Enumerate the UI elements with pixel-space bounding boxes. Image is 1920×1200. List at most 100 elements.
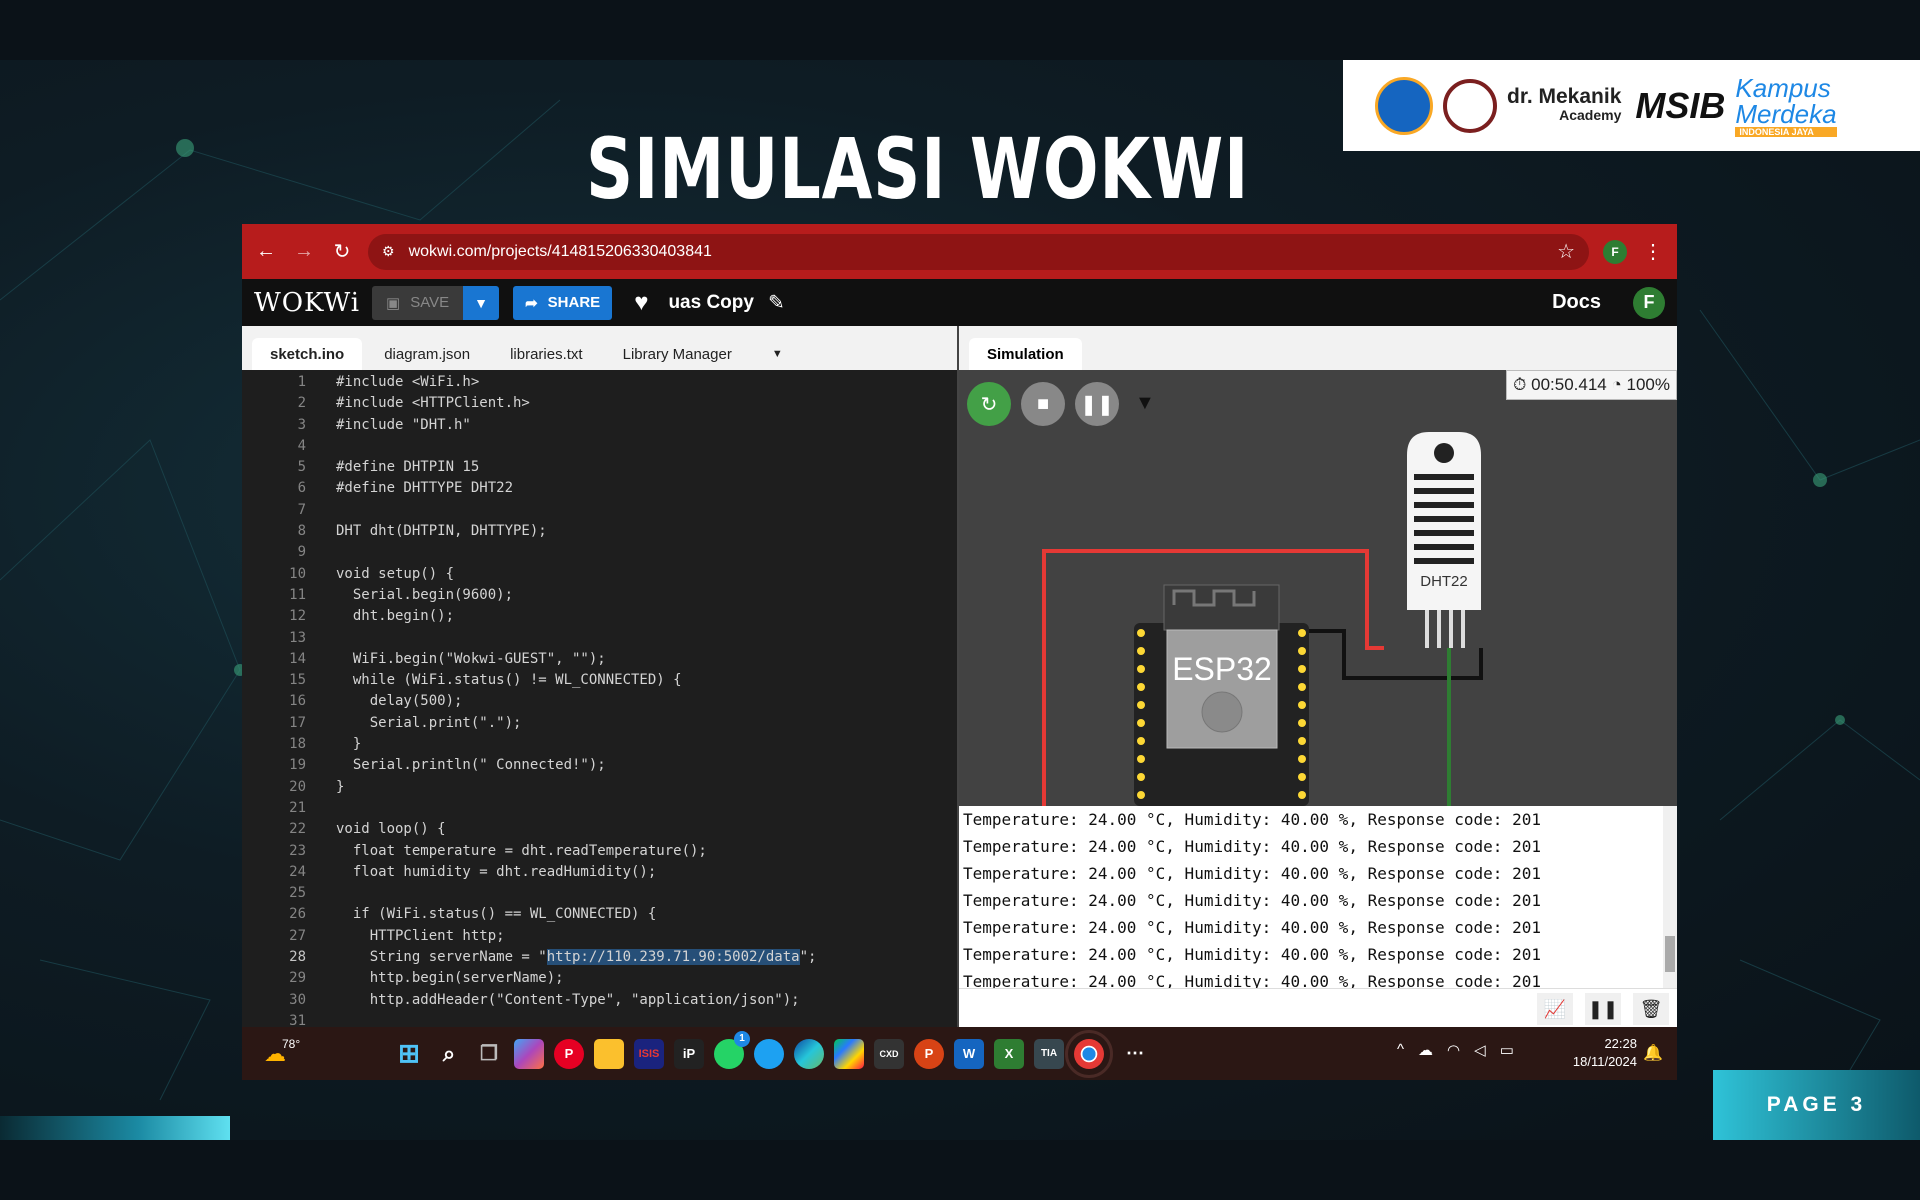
excel-icon[interactable]: X	[994, 1038, 1024, 1069]
wokwi-toolbar: WOKWi ▣ SAVE ▼ ➦ SHARE ♥ uas Copy ✎ Docs…	[242, 279, 1677, 326]
code-line[interactable]: 23 float temperature = dht.readTemperatu…	[242, 841, 957, 862]
line-number: 4	[297, 437, 306, 454]
weather-widget[interactable]: ☁ 78°	[264, 1037, 304, 1067]
share-arrow-icon: ➦	[525, 294, 538, 312]
wokwi-logo[interactable]: WOKWi	[254, 288, 359, 318]
code-line[interactable]: 5 #define DHTPIN 15	[242, 457, 957, 478]
address-bar[interactable]: ⚙ wokwi.com/projects/414815206330403841 …	[368, 233, 1589, 270]
windows-start-icon[interactable]: ⊞	[394, 1038, 424, 1069]
tab-diagram-json[interactable]: diagram.json	[366, 338, 488, 370]
profile-avatar[interactable]: F	[1603, 239, 1627, 264]
edit-pencil-icon[interactable]: ✎	[768, 290, 785, 315]
code-area[interactable]: 1 #include <WiFi.h> 2 #include <HTTPClient.…	[242, 370, 957, 1027]
project-name[interactable]: uas Copy	[668, 292, 754, 314]
whatsapp-badge: 1	[734, 1030, 750, 1047]
serial-scrollbar[interactable]	[1663, 806, 1677, 988]
code-line[interactable]: 20}	[242, 777, 957, 798]
tab-libraries-txt[interactable]: libraries.txt	[492, 338, 601, 370]
save-dropdown-button[interactable]: ▼	[463, 285, 500, 320]
line-number: 26	[289, 906, 306, 923]
next-slide-arrow[interactable]: ⟶	[0, 1116, 230, 1140]
dht22-sensor[interactable]: DHT22	[1407, 432, 1481, 648]
code-line[interactable]: 9	[242, 542, 957, 563]
edge-icon[interactable]	[794, 1038, 824, 1069]
bookmark-star-icon[interactable]: ☆	[1557, 239, 1575, 264]
file-explorer-icon[interactable]	[594, 1038, 624, 1069]
system-tray: ^ ☁ ◠ ◁ ▭	[1397, 1041, 1514, 1059]
browser-menu-icon[interactable]: ⋮	[1641, 239, 1665, 264]
taskbar-clock[interactable]: 22:28 18/11/2024	[1573, 1035, 1637, 1071]
code-line[interactable]: 19 Serial.println(" Connected!");	[242, 755, 957, 776]
tab-simulation[interactable]: Simulation	[969, 338, 1082, 370]
simulation-canvas[interactable]: ↻ ■ ❚❚ ▼ ⏱ 00:50.414 ◔ 100% ESP32 DHT22	[959, 370, 1677, 806]
clear-serial-button[interactable]: 🗑	[1633, 993, 1669, 1025]
pause-serial-button[interactable]: ❚❚	[1585, 993, 1621, 1025]
site-settings-icon[interactable]: ⚙	[382, 243, 395, 260]
code-line[interactable]: 25	[242, 883, 957, 904]
code-line[interactable]: 1 #include <WiFi.h>	[242, 372, 957, 393]
tab-sketch-ino[interactable]: sketch.ino	[252, 338, 363, 370]
tray-expand-icon[interactable]: ^	[1397, 1041, 1404, 1059]
scrollbar-thumb[interactable]	[1665, 936, 1675, 972]
ipi-icon[interactable]: iP	[674, 1038, 704, 1069]
battery-icon[interactable]: ▭	[1500, 1041, 1514, 1059]
code-line[interactable]: 13	[242, 628, 957, 649]
forward-icon[interactable]: →	[292, 240, 316, 263]
code-line[interactable]: 12 dht.begin();	[242, 606, 957, 627]
code-line[interactable]: 11 Serial.begin(9600);	[242, 585, 957, 606]
google-play-icon[interactable]	[834, 1038, 864, 1069]
search-icon[interactable]: ⌕	[434, 1039, 464, 1069]
user-avatar[interactable]: F	[1633, 286, 1665, 319]
code-text: Serial.println(" Connected!");	[336, 757, 606, 774]
code-line[interactable]: 7	[242, 500, 957, 521]
save-button[interactable]: ▣ SAVE	[372, 285, 464, 320]
tab-library-manager[interactable]: Library Manager	[605, 338, 750, 370]
code-line[interactable]: 31	[242, 1011, 957, 1027]
code-line[interactable]: 2 #include <HTTPClient.h>	[242, 393, 957, 414]
plotter-button[interactable]: 📈	[1537, 993, 1573, 1025]
task-view-icon[interactable]: ❐	[474, 1039, 504, 1069]
code-line[interactable]: 6 #define DHTTYPE DHT22	[242, 478, 957, 499]
isis-icon[interactable]: ISIS	[634, 1038, 664, 1069]
code-line[interactable]: 14 WiFi.begin("Wokwi-GUEST", "");	[242, 649, 957, 670]
tia-v14-icon[interactable]: TIA	[1034, 1038, 1064, 1069]
share-button[interactable]: ➦ SHARE	[513, 285, 613, 320]
docs-link[interactable]: Docs	[1552, 291, 1601, 314]
code-line[interactable]: 22 void loop() {	[242, 819, 957, 840]
code-line[interactable]: 18 }	[242, 734, 957, 755]
copilot-icon[interactable]	[514, 1038, 544, 1069]
code-line[interactable]: 3 #include "DHT.h"	[242, 415, 957, 436]
more-apps-icon[interactable]: ⋯	[1120, 1039, 1150, 1069]
reload-icon[interactable]: ↻	[330, 239, 354, 264]
code-line[interactable]: 4	[242, 436, 957, 457]
code-line[interactable]: 30 http.addHeader("Content-Type", "appli…	[242, 990, 957, 1011]
code-line[interactable]: 28 String serverName = "http://110.239.7…	[242, 947, 957, 968]
heart-icon[interactable]: ♥	[634, 289, 648, 317]
volume-icon[interactable]: ◁	[1474, 1041, 1486, 1059]
code-line[interactable]: 26 if (WiFi.status() == WL_CONNECTED) {	[242, 904, 957, 925]
notification-bell-icon[interactable]: 🔔	[1643, 1043, 1663, 1063]
powerpoint-icon[interactable]: P	[914, 1038, 944, 1069]
code-line[interactable]: 21	[242, 798, 957, 819]
cxd-icon[interactable]: CXD	[874, 1038, 904, 1069]
code-line[interactable]: 27 HTTPClient http;	[242, 926, 957, 947]
code-line[interactable]: 16 delay(500);	[242, 691, 957, 712]
code-line[interactable]: 8 DHT dht(DHTPIN, DHTTYPE);	[242, 521, 957, 542]
esp32-board[interactable]: ESP32	[1134, 584, 1309, 806]
code-line[interactable]: 24 float humidity = dht.readHumidity();	[242, 862, 957, 883]
code-line[interactable]: 29 http.begin(serverName);	[242, 968, 957, 989]
whatsapp-icon[interactable]: 1	[714, 1030, 750, 1069]
onedrive-icon[interactable]: ☁	[1418, 1041, 1433, 1059]
code-line[interactable]: 15 while (WiFi.status() != WL_CONNECTED)…	[242, 670, 957, 691]
pinterest-icon[interactable]: P	[554, 1038, 584, 1069]
code-line[interactable]: 10 void setup() {	[242, 564, 957, 585]
serial-monitor[interactable]: Temperature: 24.00 °C, Humidity: 40.00 %…	[959, 806, 1677, 988]
twitter-icon[interactable]	[754, 1038, 784, 1069]
word-icon[interactable]: W	[954, 1038, 984, 1069]
tabs-dropdown-icon[interactable]: ▼	[754, 338, 801, 370]
back-icon[interactable]: ←	[254, 240, 278, 263]
chrome-icon[interactable]	[1065, 1029, 1113, 1078]
wifi-tray-icon[interactable]: ◠	[1447, 1041, 1460, 1059]
code-line[interactable]: 17 Serial.print(".");	[242, 713, 957, 734]
